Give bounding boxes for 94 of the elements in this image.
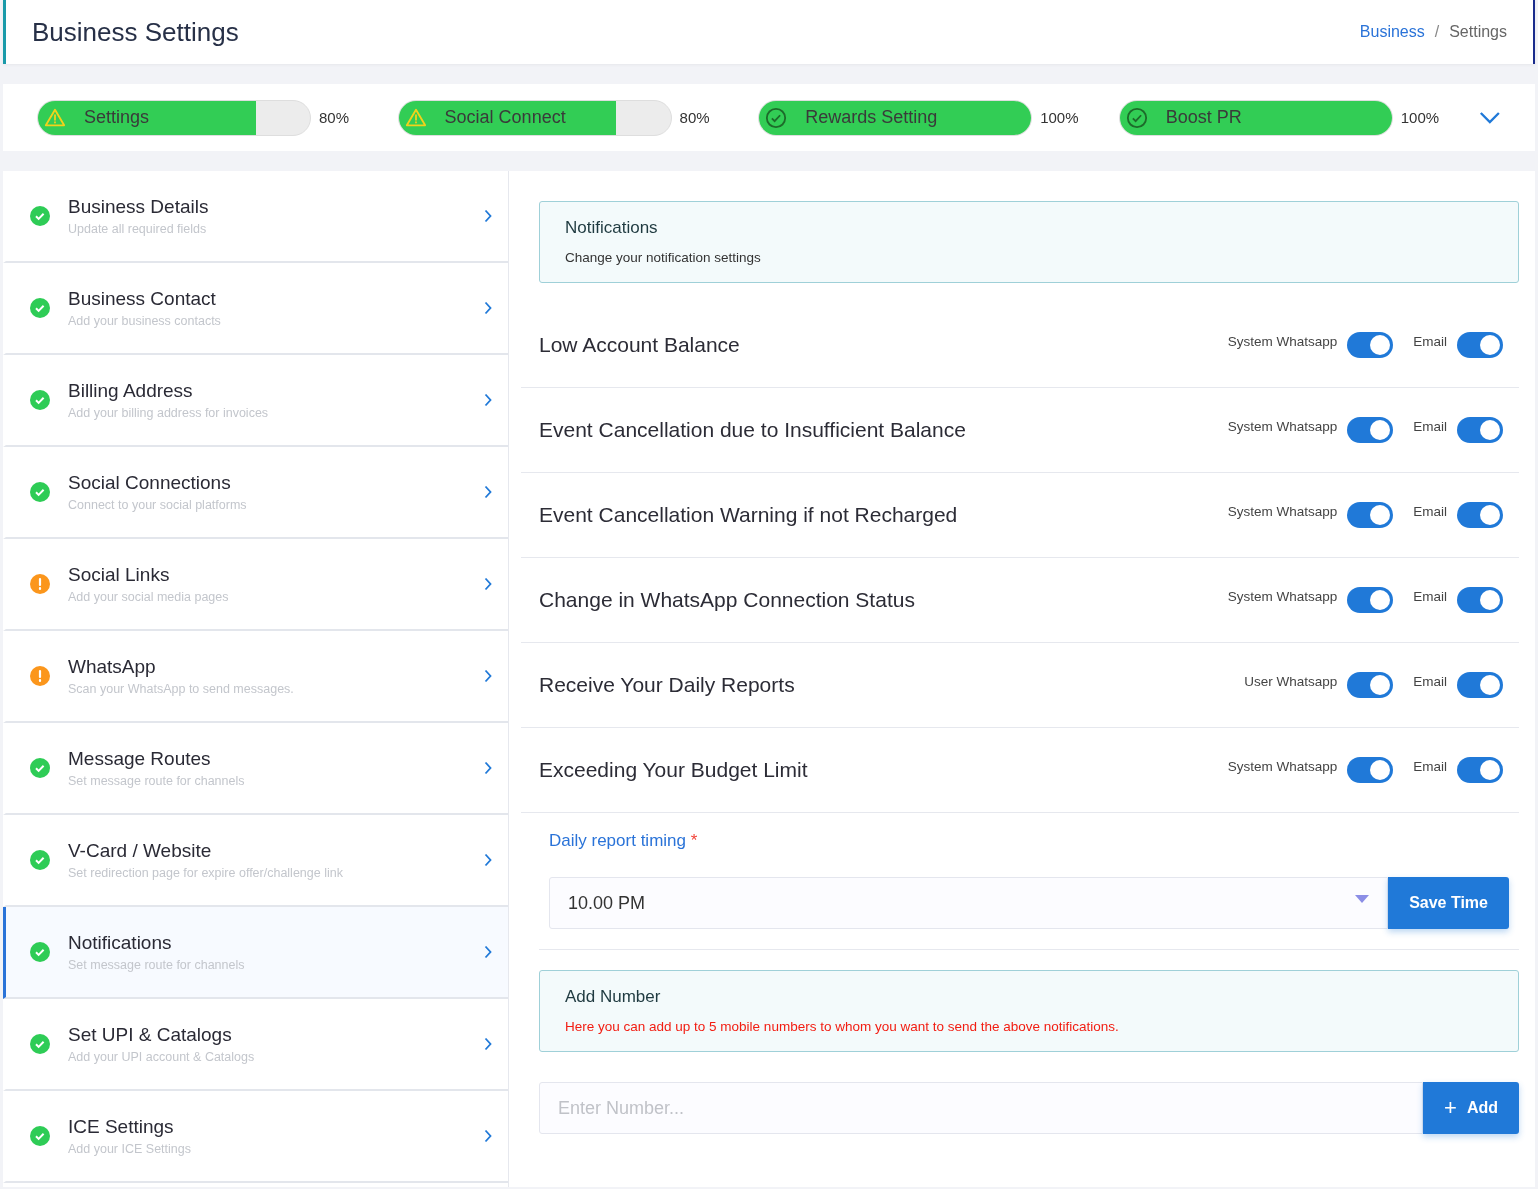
notification-title: Change in WhatsApp Connection Status <box>539 588 915 612</box>
time-select[interactable]: 10.00 PM <box>549 877 1389 929</box>
chevron-right-icon <box>484 577 492 591</box>
info-text: Change your notification settings <box>565 250 762 265</box>
sidebar-item-title: Set UPI & Catalogs <box>68 1024 233 1046</box>
chevron-right-icon <box>484 945 492 959</box>
toggle-switch[interactable] <box>1347 757 1394 783</box>
progress-label: Settings <box>84 107 150 128</box>
channel-label: Email <box>1413 333 1447 349</box>
sidebar-item-subtitle: Scan your WhatsApp to send messages. <box>68 682 295 696</box>
progress-label: Rewards Setting <box>805 107 938 128</box>
caret-down-icon <box>1355 895 1370 903</box>
page-title: Business Settings <box>32 16 239 48</box>
channel-label: Email <box>1413 673 1447 689</box>
toggle-switch[interactable] <box>1457 757 1503 783</box>
sidebar-item-subtitle: Add your ICE Settings <box>68 1142 192 1156</box>
progress-label: Boost PR <box>1165 107 1242 128</box>
sidebar-item[interactable]: WhatsApp Scan your WhatsApp to send messages. <box>3 631 508 723</box>
toggle-switch[interactable] <box>1347 502 1394 528</box>
progress-label: Social Connect <box>444 107 566 128</box>
sidebar-item-title: Message Routes <box>68 748 212 770</box>
channel-label: Email <box>1413 418 1447 434</box>
breadcrumb-link[interactable]: Business <box>1359 23 1425 41</box>
channel-label: User Whatsapp <box>1244 673 1338 689</box>
sidebar-item[interactable]: Social Links Add your social media pages <box>3 539 508 631</box>
info-title: Add Number <box>565 987 662 1007</box>
breadcrumb-separator: / <box>1434 23 1440 41</box>
number-input[interactable]: Enter Number... <box>539 1082 1424 1134</box>
chevron-right-icon <box>484 209 492 223</box>
chevron-right-icon <box>484 669 492 683</box>
sidebar-item[interactable]: Social Connections Connect to your social platforms <box>3 447 508 539</box>
add-button[interactable]: + Add <box>1423 1082 1519 1134</box>
sidebar-item-title: Social Links <box>68 564 171 586</box>
sidebar-item-subtitle: Add your business contacts <box>68 314 222 328</box>
sidebar-item[interactable]: Billing Address Add your billing address for invoices <box>3 355 508 447</box>
channel-label: System Whatsapp <box>1227 333 1338 349</box>
chevron-down-icon[interactable] <box>1479 111 1501 124</box>
chevron-right-icon <box>484 1129 492 1143</box>
notification-title: Event Cancellation Warning if not Recharged <box>539 503 958 527</box>
toggle-switch[interactable] <box>1457 417 1503 443</box>
sidebar-item-title: Billing Address <box>68 380 194 402</box>
channel-label: Email <box>1413 503 1447 519</box>
channel-label: Email <box>1413 758 1447 774</box>
channel-label: System Whatsapp <box>1227 418 1338 434</box>
toggle-switch[interactable] <box>1457 332 1503 358</box>
chevron-right-icon <box>484 301 492 315</box>
channel-label: System Whatsapp <box>1227 758 1338 774</box>
sidebar-item-subtitle: Add your billing address for invoices <box>68 406 270 420</box>
sidebar-item-title: Business Details <box>68 196 210 218</box>
channel-label: Email <box>1413 588 1447 604</box>
sidebar-item-title: Business Contact <box>68 288 217 310</box>
sidebar-item-subtitle: Add your UPI account & Catalogs <box>68 1050 256 1064</box>
sidebar-item[interactable]: Business Details Update all required fields <box>3 171 508 263</box>
save-time-button[interactable]: Save Time <box>1388 877 1509 929</box>
progress-percent: 100% <box>1400 109 1440 126</box>
chevron-right-icon <box>484 853 492 867</box>
notification-title: Receive Your Daily Reports <box>539 673 795 697</box>
sidebar-item[interactable]: ICE Settings Add your ICE Settings <box>3 1091 508 1183</box>
chevron-right-icon <box>484 393 492 407</box>
sidebar-item-title: Social Connections <box>68 472 232 494</box>
notification-title: Exceeding Your Budget Limit <box>539 758 808 782</box>
field-label: Daily report timing * <box>549 831 699 851</box>
info-text: Here you can add up to 5 mobile numbers to whom you want to send the above notifications. <box>565 1019 1120 1034</box>
info-title: Notifications <box>565 218 659 238</box>
sidebar-item-title: ICE Settings <box>68 1116 175 1138</box>
toggle-switch[interactable] <box>1347 417 1394 443</box>
sidebar-item[interactable]: Business Contact Add your business contacts <box>3 263 508 355</box>
toggle-switch[interactable] <box>1457 672 1503 698</box>
channel-label: System Whatsapp <box>1227 503 1338 519</box>
progress-percent: 100% <box>1040 109 1079 126</box>
progress-percent: 80% <box>319 109 350 126</box>
toggle-switch[interactable] <box>1347 587 1394 613</box>
channel-label: System Whatsapp <box>1227 588 1338 604</box>
sidebar-item-title: V-Card / Website <box>68 840 213 862</box>
toggle-switch[interactable] <box>1457 502 1503 528</box>
sidebar-item-subtitle: Add your social media pages <box>68 590 230 604</box>
chevron-right-icon <box>484 1037 492 1051</box>
sidebar-item[interactable]: Set UPI & Catalogs Add your UPI account & Catalogs <box>3 999 508 1091</box>
toggle-switch[interactable] <box>1347 672 1394 698</box>
notification-title: Low Account Balance <box>539 333 740 357</box>
progress-percent: 80% <box>679 109 710 126</box>
toggle-switch[interactable] <box>1457 587 1503 613</box>
toggle-switch[interactable] <box>1347 332 1394 358</box>
breadcrumb-current: Settings <box>1449 23 1507 41</box>
sidebar-item-title: WhatsApp <box>68 656 157 678</box>
sidebar-item[interactable]: Message Routes Set message route for channels <box>3 723 508 815</box>
sidebar-item-title: Notifications <box>68 932 173 954</box>
chevron-right-icon <box>484 761 492 775</box>
sidebar-item-subtitle: Update all required fields <box>68 222 208 236</box>
sidebar-item-subtitle: Connect to your social platforms <box>68 498 248 512</box>
sidebar-item-subtitle: Set redirection page for expire offer/challenge link <box>68 866 344 880</box>
chevron-right-icon <box>484 485 492 499</box>
sidebar-item-subtitle: Set message route for channels <box>68 774 246 788</box>
notification-title: Event Cancellation due to Insufficient Balance <box>539 418 966 442</box>
